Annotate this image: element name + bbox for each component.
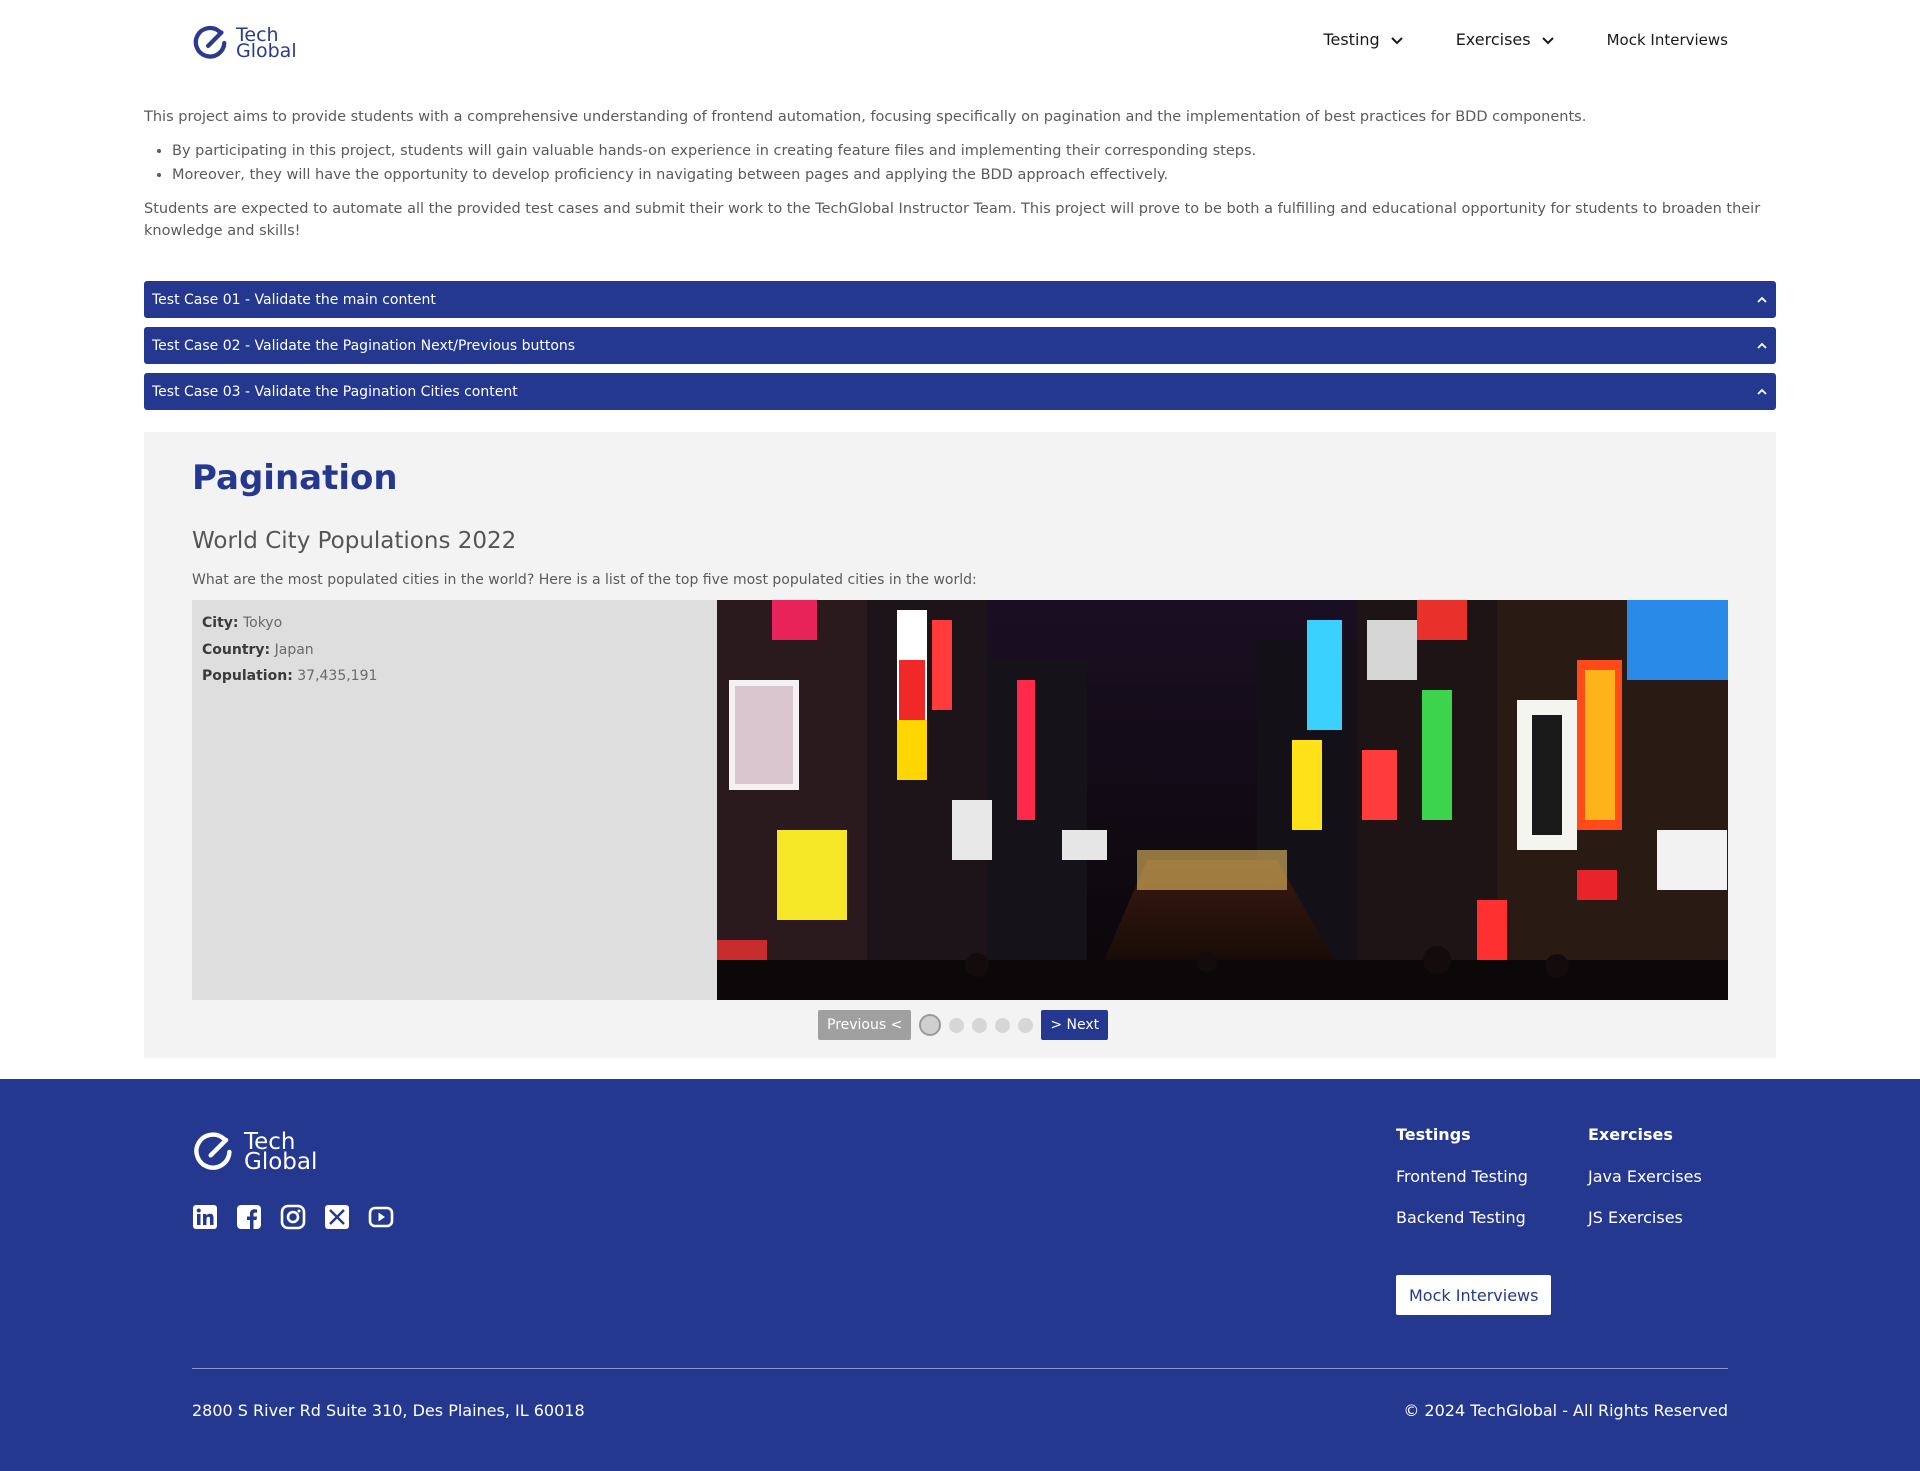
nav-testing-label: Testing	[1323, 30, 1380, 49]
footer-link-backend-testing[interactable]: Backend Testing	[1396, 1208, 1528, 1227]
next-button[interactable]: > Next	[1041, 1010, 1109, 1040]
city-label: City:	[202, 615, 239, 631]
city-info-card: City: Tokyo Country: Japan Population: 3…	[192, 600, 717, 1000]
population-row: Population: 37,435,191	[202, 663, 707, 690]
accordion-title: Test Case 02 - Validate the Pagination N…	[152, 337, 576, 354]
chevron-up-icon	[1757, 296, 1767, 303]
country-label: Country:	[202, 641, 271, 658]
footer-link-frontend-testing[interactable]: Frontend Testing	[1396, 1167, 1528, 1186]
city-image	[717, 600, 1728, 1000]
footer-logo[interactable]: Tech Global	[192, 1130, 317, 1174]
pagination-panel: Pagination World City Populations 2022 W…	[144, 432, 1776, 1058]
country-row: Country: Japan	[202, 637, 707, 664]
accordion-test-case-03[interactable]: Test Case 03 - Validate the Pagination C…	[144, 373, 1776, 410]
facebook-icon[interactable]	[236, 1204, 262, 1230]
city-value: Tokyo	[242, 615, 283, 631]
footer-logo-global: Global	[244, 1149, 318, 1175]
intro-bullets: By participating in this project, studen…	[172, 140, 1776, 186]
linkedin-icon[interactable]	[192, 1204, 218, 1230]
chevron-down-icon	[1390, 36, 1403, 44]
youtube-icon[interactable]	[368, 1204, 394, 1230]
intro-paragraph: This project aims to provide students wi…	[144, 109, 1587, 125]
instagram-icon[interactable]	[280, 1204, 306, 1230]
population-value: 37,435,191	[297, 668, 378, 684]
footer-copyright: © 2024 TechGlobal - All Rights Reserved	[1403, 1401, 1728, 1420]
logo-text-global: Global	[236, 40, 297, 62]
country-value: Japan	[274, 641, 314, 658]
intro-paragraph: Students are expected to automate all th…	[144, 201, 1761, 239]
page-dot-2[interactable]	[949, 1017, 965, 1033]
accordion-test-case-02[interactable]: Test Case 02 - Validate the Pagination N…	[144, 327, 1776, 364]
accordion-test-case-01[interactable]: Test Case 01 - Validate the main content	[144, 281, 1776, 318]
previous-button[interactable]: Previous <	[818, 1010, 912, 1040]
page-dot-4[interactable]	[995, 1017, 1011, 1033]
city-image-illustration	[717, 600, 1728, 1000]
page-title: Pagination	[192, 458, 398, 498]
mock-interviews-button[interactable]: Mock Interviews	[1396, 1275, 1552, 1315]
nav-mock-interviews[interactable]: Mock Interviews	[1607, 31, 1728, 49]
footer-link-java-exercises[interactable]: Java Exercises	[1588, 1167, 1702, 1186]
site-footer: Tech Global Testings Frontend Testing Ba…	[0, 1079, 1920, 1471]
nav-testing[interactable]: Testing	[1323, 30, 1403, 49]
city-row: City: Tokyo	[202, 610, 707, 637]
nav-exercises-label: Exercises	[1455, 30, 1531, 49]
accordion-title: Test Case 03 - Validate the Pagination C…	[152, 383, 518, 400]
footer-address: 2800 S River Rd Suite 310, Des Plaines, …	[192, 1401, 585, 1420]
intro-bullet: Moreover, they will have the opportunity…	[172, 164, 1776, 186]
footer-divider	[192, 1368, 1728, 1369]
nav-exercises[interactable]: Exercises	[1456, 30, 1555, 49]
population-label: Population:	[202, 668, 293, 684]
footer-link-js-exercises[interactable]: JS Exercises	[1588, 1208, 1702, 1227]
intro-bullet: By participating in this project, studen…	[172, 140, 1776, 162]
section-description: What are the most populated cities in th…	[192, 572, 977, 588]
footer-testings-column: Testings Frontend Testing Backend Testin…	[1396, 1125, 1528, 1249]
accordion-title: Test Case 01 - Validate the main content	[152, 291, 436, 308]
footer-exercises-column: Exercises Java Exercises JS Exercises	[1588, 1125, 1702, 1249]
page-dot-1[interactable]	[919, 1014, 942, 1036]
logo-mark-icon	[193, 25, 227, 59]
footer-exercises-title: Exercises	[1588, 1125, 1673, 1144]
x-icon[interactable]	[324, 1204, 350, 1230]
chevron-down-icon	[1541, 36, 1554, 44]
logo-mark-icon	[194, 1132, 232, 1170]
chevron-up-icon	[1757, 388, 1767, 395]
page-dot-3[interactable]	[972, 1017, 988, 1033]
techglobal-logo[interactable]: Tech Global	[192, 24, 297, 62]
project-intro: This project aims to provide students wi…	[144, 106, 1776, 254]
section-subtitle: World City Populations 2022	[192, 528, 517, 554]
footer-testings-title: Testings	[1396, 1125, 1471, 1144]
test-case-accordions: Test Case 01 - Validate the main content…	[144, 281, 1776, 419]
pagination-controls: Previous < > Next	[818, 1010, 1109, 1040]
page-dot-5[interactable]	[1018, 1017, 1034, 1033]
site-header: Tech Global Testing Exercises Mock Inter…	[0, 0, 1920, 86]
main-nav: Testing Exercises Mock Interviews	[1271, 30, 1728, 49]
social-links	[192, 1204, 394, 1230]
chevron-up-icon	[1757, 342, 1767, 349]
